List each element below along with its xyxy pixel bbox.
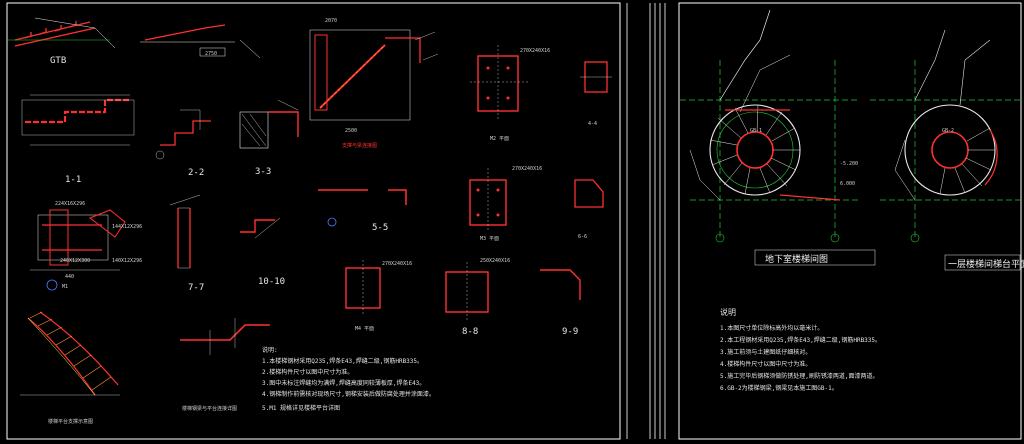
dim-6000: 6.000 bbox=[840, 181, 855, 187]
left-note-0: 说明: bbox=[262, 346, 278, 354]
section-label-4-4: 4-4 bbox=[588, 121, 597, 127]
left-note-5: 5.M1 规格详见楼梯平台详图 bbox=[262, 404, 340, 412]
section-label-1-1: 1-1 bbox=[65, 175, 81, 185]
tag-gb1: GB-1 bbox=[750, 128, 762, 134]
right-note-0: 说明 bbox=[720, 307, 736, 317]
left-note-2: 2.楼梯构件尺寸以图中尺寸为准。 bbox=[262, 368, 353, 376]
right-note-1: 1.本图尺寸单位除标高外均以毫米计。 bbox=[720, 324, 823, 332]
dim-2750: 2750 bbox=[205, 51, 217, 57]
dim-144: 144X12X296 bbox=[112, 224, 142, 230]
m3-plan-label: M3 平面 bbox=[480, 236, 499, 242]
dim-8-8-plate: 250X240X16 bbox=[480, 258, 510, 264]
basement-plan-title: 地下室楼梯间图 bbox=[765, 253, 828, 265]
left-note-3: 3.图中未标注焊缝均为满焊,焊缝高度同较薄板厚,焊条E43。 bbox=[262, 379, 425, 387]
section-label-9-9: 7-7 bbox=[188, 283, 204, 293]
m4-plan-label: M4 平面 bbox=[355, 326, 374, 332]
stair-platform-caption: 楼梯平台支撑示意图 bbox=[48, 418, 93, 425]
section-label-10-10: 10-10 bbox=[258, 277, 285, 287]
support-caption: 支撑与梁连接图 bbox=[342, 142, 377, 149]
m1-label: M1 bbox=[62, 284, 68, 290]
dim-440: 440 bbox=[65, 274, 74, 280]
m2-plan-label: M2 平面 bbox=[490, 136, 509, 142]
dim-m2-plate: 270X240X16 bbox=[520, 48, 550, 54]
section-label-7-7: 9-9 bbox=[562, 327, 578, 337]
left-note-4: 4.钢梯制作前需核对现场尺寸,钢梯安装后做防腐处理并涂面漆。 bbox=[262, 390, 435, 398]
right-note-3: 3.施工前须与土建图纸仔细核对。 bbox=[720, 348, 811, 356]
section-label-6-6: 6-6 bbox=[578, 234, 587, 240]
dim-2070: 2070 bbox=[325, 18, 337, 24]
left-note-1: 1.本楼梯钢材采用Q235,焊条E43,焊缝二级,钢筋HRB335。 bbox=[262, 357, 423, 365]
first-floor-plan-title: 一层楼梯间梯台平面图 bbox=[948, 258, 1024, 270]
beam-connection-caption: 楼梯钢梁与平台连接详图 bbox=[182, 405, 237, 412]
dim-140: 140X12X296 bbox=[112, 258, 142, 264]
section-label-gtb: GTB bbox=[50, 56, 66, 66]
dim-240: 240X12X300 bbox=[60, 258, 90, 264]
tag-gb2: GB-2 bbox=[942, 128, 954, 134]
section-label-8-8: 8-8 bbox=[462, 327, 478, 337]
dim-224: 224X16X296 bbox=[55, 201, 85, 207]
section-label-3-3: 3-3 bbox=[255, 167, 271, 177]
dim-2500: 2500 bbox=[345, 128, 357, 134]
right-note-6: 6.GB-2为楼梯钢梁,钢梁见本施工图GB-1。 bbox=[720, 384, 838, 392]
dim-m4-plate: 270X240X16 bbox=[382, 261, 412, 267]
section-label-5-5: 5-5 bbox=[372, 223, 388, 233]
right-note-2: 2.本工程钢材采用Q235,焊条E43,焊缝二级,钢筋HRB335。 bbox=[720, 336, 881, 344]
right-note-4: 4.楼梯构件尺寸以图中尺寸为准。 bbox=[720, 360, 811, 368]
dim-m3-plate: 270X240X16 bbox=[512, 166, 542, 172]
cad-drawing-canvas: GTB 2750 2070 2500 支撑与梁连接图 270X240X16 M2… bbox=[0, 0, 1024, 444]
dim-level: -5.200 bbox=[840, 161, 858, 167]
right-note-5: 5.施工完毕后钢梯须做防锈处理,刷防锈漆两道,面漆两道。 bbox=[720, 372, 878, 380]
section-label-2-2: 2-2 bbox=[188, 168, 204, 178]
